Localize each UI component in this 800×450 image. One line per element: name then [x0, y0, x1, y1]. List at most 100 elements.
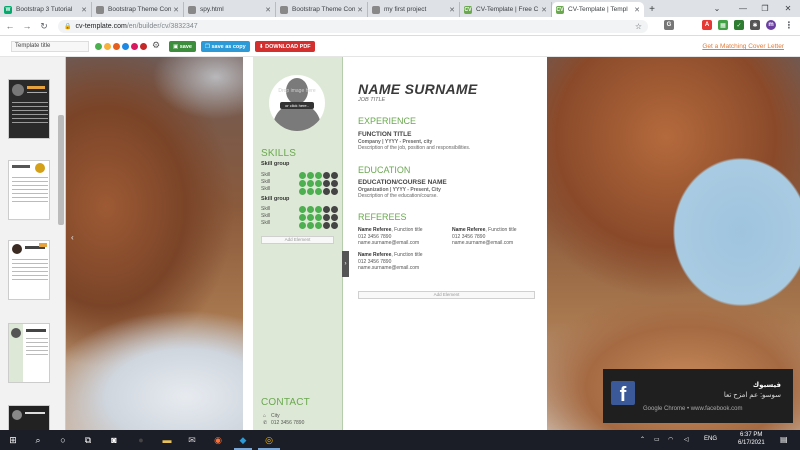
skill-rating-3[interactable]: [299, 206, 338, 213]
contact-heading[interactable]: CONTACT: [261, 397, 310, 408]
skill-dot-filled[interactable]: [299, 222, 306, 229]
profile-avatar[interactable]: m: [766, 20, 776, 30]
app-icon[interactable]: ●: [134, 433, 148, 447]
toast-notification[interactable]: f فيسبوك سوسو: عم امزح تعا Google Chrome…: [603, 369, 793, 423]
skill-dot-empty[interactable]: [331, 188, 338, 195]
skill-dot-empty[interactable]: [323, 222, 330, 229]
chrome-icon[interactable]: ◎: [262, 433, 276, 447]
referees-heading[interactable]: REFEREES: [358, 212, 407, 222]
skill-label[interactable]: Skill: [261, 220, 270, 226]
skill-dot-filled[interactable]: [307, 180, 314, 187]
tab-bootstrap-theme-1[interactable]: Bootstrap Theme Con ✕: [92, 2, 184, 17]
google-translate-icon[interactable]: G: [664, 20, 674, 30]
skill-dot-filled[interactable]: [315, 214, 322, 221]
template-thumbnail-dark[interactable]: [8, 79, 50, 139]
gear-icon[interactable]: ⚙: [152, 40, 160, 51]
back-icon[interactable]: ←: [3, 19, 17, 33]
skill-label[interactable]: Skill: [261, 179, 270, 185]
referee-card[interactable]: Name Referee, Function title 012 3456 78…: [358, 252, 423, 272]
skill-dot-filled[interactable]: [307, 222, 314, 229]
forward-icon[interactable]: →: [20, 19, 34, 33]
sidebar-scrollbar[interactable]: [58, 115, 64, 225]
clock-time[interactable]: 6:37 PM: [740, 432, 762, 438]
menu-dots-icon[interactable]: ⋮: [784, 20, 794, 30]
template-thumbnail-dark-2[interactable]: [8, 405, 50, 430]
experience-description[interactable]: Description of the job, position and res…: [358, 145, 470, 151]
contact-phone[interactable]: 012 3456 7890: [271, 420, 304, 426]
tab-spy[interactable]: spy.html ✕: [184, 2, 276, 17]
skill-dot-filled[interactable]: [315, 188, 322, 195]
skill-dot-filled[interactable]: [299, 180, 306, 187]
search-icon[interactable]: ⌕: [31, 433, 45, 447]
skill-rating-4[interactable]: [299, 214, 338, 221]
close-icon[interactable]: ✕: [634, 6, 640, 14]
skill-dot-filled[interactable]: [315, 180, 322, 187]
clock-date[interactable]: 6/17/2021: [738, 440, 765, 446]
close-icon[interactable]: ✕: [81, 6, 87, 14]
close-icon[interactable]: ✕: [541, 6, 547, 14]
contact-city[interactable]: City: [271, 413, 280, 419]
reload-icon[interactable]: ↻: [37, 19, 51, 33]
skill-dot-filled[interactable]: [307, 206, 314, 213]
skill-dot-filled[interactable]: [315, 206, 322, 213]
upload-photo-button[interactable]: or click here..: [280, 102, 314, 109]
tab-first-project[interactable]: my first project ✕: [368, 2, 460, 17]
experience-title[interactable]: FUNCTION TITLE: [358, 131, 411, 138]
mail-icon[interactable]: ✉: [185, 433, 199, 447]
skill-dot-empty[interactable]: [331, 214, 338, 221]
vscode-icon[interactable]: ◆: [236, 433, 250, 447]
avatar-dropzone[interactable]: Drop image here or click here..: [269, 75, 325, 131]
tab-cv-template-active[interactable]: CV CV-Template | Templ ✕: [552, 2, 644, 17]
skill-rating-5[interactable]: [299, 222, 338, 229]
skill-dot-empty[interactable]: [323, 206, 330, 213]
template-thumbnail-green[interactable]: [8, 323, 50, 383]
action-center-icon[interactable]: ▤: [780, 435, 788, 444]
experience-heading[interactable]: EXPERIENCE: [358, 116, 416, 126]
tab-bootstrap-theme-2[interactable]: Bootstrap Theme Con ✕: [276, 2, 368, 17]
skill-dot-filled[interactable]: [307, 172, 314, 179]
save-copy-button[interactable]: ❐ save as copy: [201, 41, 250, 52]
skill-dot-filled[interactable]: [315, 172, 322, 179]
skill-group-title[interactable]: Skill group: [261, 161, 289, 167]
task-view-icon[interactable]: ⧉: [81, 433, 95, 447]
skill-rating-1[interactable]: [299, 180, 338, 187]
add-element-button[interactable]: Add Element: [261, 236, 334, 244]
tab-bootstrap-tutorial[interactable]: W Bootstrap 3 Tutorial ✕: [0, 2, 92, 17]
skill-label[interactable]: Skill: [261, 206, 270, 212]
referee-card[interactable]: Name Referee, Function title 012 3456 78…: [358, 227, 423, 247]
skill-dot-filled[interactable]: [315, 222, 322, 229]
skill-dot-empty[interactable]: [323, 172, 330, 179]
close-icon[interactable]: ✕: [265, 6, 271, 14]
puzzle-icon[interactable]: ✱: [750, 20, 760, 30]
tab-cv-template-free[interactable]: CV CV-Template | Free C ✕: [460, 2, 552, 17]
skill-dot-filled[interactable]: [307, 214, 314, 221]
chevron-right-icon[interactable]: ›: [342, 251, 349, 277]
save-button[interactable]: ▣ save: [169, 41, 196, 52]
skill-dot-empty[interactable]: [331, 222, 338, 229]
tab-search-icon[interactable]: ⌄: [704, 0, 730, 17]
skill-dot-filled[interactable]: [307, 188, 314, 195]
skill-dot-filled[interactable]: [299, 214, 306, 221]
skill-group-title[interactable]: Skill group: [261, 196, 289, 202]
cv-job-title[interactable]: JOB TITLE: [358, 97, 385, 103]
camera-icon[interactable]: ◙: [107, 433, 121, 447]
cv-name[interactable]: NAME SURNAME: [358, 81, 478, 97]
chevron-left-icon[interactable]: ‹: [71, 233, 74, 242]
skills-heading[interactable]: SKILLS: [261, 148, 296, 159]
skill-rating-2[interactable]: [299, 188, 338, 195]
close-icon[interactable]: ✕: [173, 6, 179, 14]
skill-dot-empty[interactable]: [331, 172, 338, 179]
sheets-extension-icon[interactable]: ▦: [718, 20, 728, 30]
bookmark-star-icon[interactable]: ☆: [635, 22, 642, 31]
skill-dot-empty[interactable]: [331, 180, 338, 187]
cortana-icon[interactable]: ○: [56, 433, 70, 447]
education-heading[interactable]: EDUCATION: [358, 165, 410, 175]
skill-dot-empty[interactable]: [331, 206, 338, 213]
cover-letter-link[interactable]: Get a Matching Cover Letter: [702, 43, 784, 50]
color-swatch-green[interactable]: [95, 43, 102, 50]
wifi-icon[interactable]: ◠: [668, 436, 673, 443]
file-explorer-icon[interactable]: ▬: [160, 433, 174, 447]
skill-label[interactable]: Skill: [261, 213, 270, 219]
pdf-extension-icon[interactable]: A: [702, 20, 712, 30]
skill-label[interactable]: Skill: [261, 172, 270, 178]
